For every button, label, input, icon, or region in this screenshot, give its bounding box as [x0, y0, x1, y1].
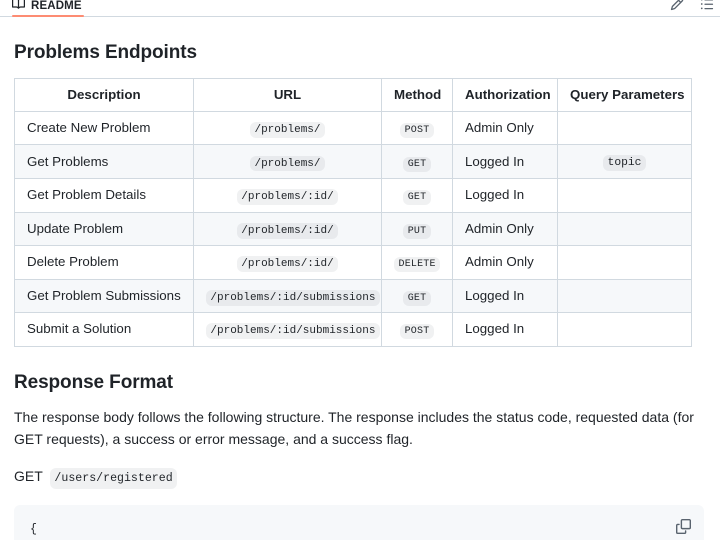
response-format-paragraph: The response body follows the following …: [14, 409, 694, 448]
example-request-path: /users/registered: [49, 467, 178, 490]
table-header-row: Description URL Method Authorization Que…: [14, 77, 692, 112]
cell-url: /problems/:id/submissions: [193, 312, 382, 347]
cell-method: GET: [381, 144, 453, 180]
cell-description: Get Problems: [14, 144, 194, 180]
table-body: Create New Problem/problems/POST Admin On…: [14, 110, 692, 347]
column-header-authorization: Authorization: [452, 77, 558, 112]
page-title-problems-endpoints: Problems Endpoints: [14, 42, 197, 63]
example-request-method: GET: [14, 467, 43, 484]
method-badge: GET: [403, 156, 431, 172]
method-badge: GET: [403, 190, 431, 206]
method-badge: POST: [400, 324, 434, 340]
cell-description: Get Problem Submissions: [14, 278, 194, 314]
cell-method: POST: [381, 312, 453, 347]
problems-endpoints-table: Description URL Method Authorization Que…: [14, 77, 692, 347]
cell-url: /problems/:id/submissions: [193, 278, 382, 314]
cell-description: Get Problem Details: [14, 178, 194, 213]
cell-description: Create New Problem: [14, 110, 194, 146]
cell-description: Update Problem: [14, 211, 194, 247]
method-badge: PUT: [403, 223, 431, 239]
table-row: Update Problem/problems/:id/PUT Admin Onl…: [14, 211, 692, 247]
cell-url: /problems/:id/: [193, 178, 382, 213]
cell-authorization: Admin Only: [452, 110, 558, 146]
method-badge: DELETE: [394, 257, 441, 273]
cell-method: GET: [381, 178, 453, 213]
cell-method: POST: [381, 110, 453, 146]
method-badge: GET: [403, 290, 431, 306]
cell-method: GET: [381, 278, 453, 314]
cell-url: /problems/: [193, 144, 382, 180]
cell-query-parameters: [557, 211, 692, 247]
cell-authorization: Logged In: [452, 312, 558, 347]
tab-readme-label: README: [31, 0, 82, 12]
url-code: /problems/:id/submissions: [206, 323, 380, 340]
table-row: Create New Problem/problems/POST Admin On…: [14, 110, 692, 146]
file-header-bar: README: [0, 0, 720, 17]
response-code-text: { "status": 200, "data": { "username": "…: [30, 523, 37, 537]
cell-query-parameters: [557, 178, 692, 213]
tab-active-indicator: [12, 15, 84, 17]
url-code: /problems/: [250, 155, 325, 172]
table-row: Delete Problem/problems/:id/DELETE Admin …: [14, 245, 692, 280]
table-row: Get Problems/problems/GET Logged In topic: [14, 144, 692, 180]
cell-authorization: Logged In: [452, 144, 558, 180]
cell-url: /problems/:id/: [193, 245, 382, 280]
url-code: /problems/:id/: [236, 222, 339, 239]
page-title-response-format: Response Format: [14, 371, 173, 393]
cell-query-parameters: [557, 110, 692, 146]
cell-method: DELETE: [381, 245, 453, 280]
cell-authorization: Admin Only: [452, 245, 558, 280]
query-param-code: topic: [603, 155, 646, 172]
readme-content: Problems Endpoints Description URL Metho…: [0, 41, 720, 540]
url-code: /problems/:id/: [236, 256, 339, 273]
url-code: /problems/:id/submissions: [206, 289, 380, 306]
cell-query-parameters: topic: [557, 144, 692, 180]
table-row: Submit a Solution/problems/:id/submissio…: [14, 312, 692, 347]
pencil-icon[interactable]: [670, 0, 684, 16]
cell-description: Submit a Solution: [14, 312, 194, 347]
copy-icon[interactable]: [671, 514, 695, 538]
cell-authorization: Logged In: [452, 178, 558, 213]
url-code: /problems/: [250, 121, 325, 138]
cell-url: /problems/:id/: [193, 211, 382, 247]
cell-query-parameters: [557, 278, 692, 314]
cell-url: /problems/: [193, 110, 382, 146]
cell-description: Delete Problem: [14, 245, 194, 280]
example-request-line: GET /users/registered: [14, 466, 706, 490]
table-row: Get Problem Submissions/problems/:id/sub…: [14, 278, 692, 314]
table-row: Get Problem Details/problems/:id/GET Logg…: [14, 178, 692, 213]
url-code: /problems/:id/: [236, 189, 339, 206]
cell-method: PUT: [381, 211, 453, 247]
method-badge: POST: [400, 123, 434, 138]
cell-query-parameters: [557, 245, 692, 280]
column-header-description: Description: [14, 77, 194, 112]
list-unordered-icon[interactable]: [700, 0, 714, 16]
file-header-actions: [670, 0, 714, 16]
tab-readme[interactable]: README: [8, 0, 90, 17]
column-header-query: Query Parameters: [557, 77, 692, 112]
response-code-block: { "status": 200, "data": { "username": "…: [14, 505, 704, 540]
column-header-method: Method: [381, 77, 453, 112]
column-header-url: URL: [193, 77, 382, 112]
cell-authorization: Admin Only: [452, 211, 558, 247]
cell-authorization: Logged In: [452, 278, 558, 314]
cell-query-parameters: [557, 312, 692, 347]
